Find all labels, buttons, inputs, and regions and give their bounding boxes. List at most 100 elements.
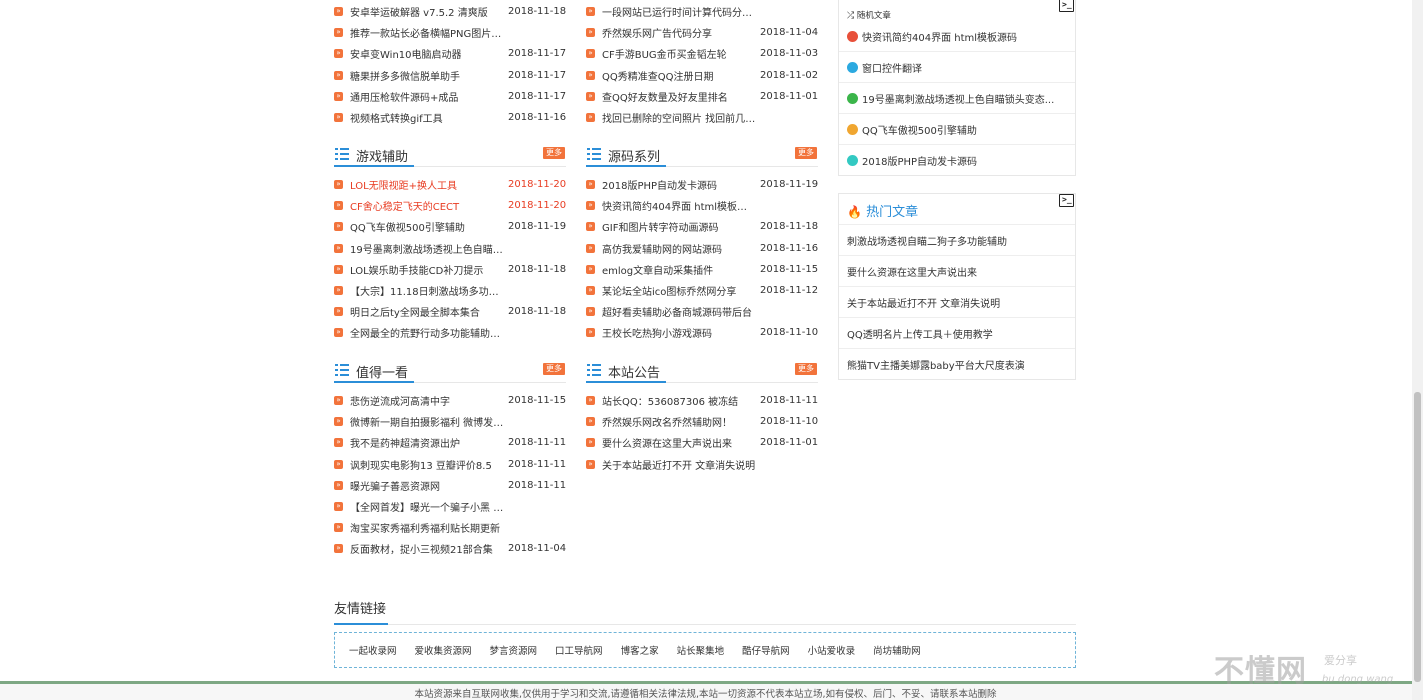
list-item[interactable]: » 某论坛全站ico图标乔然网分享 2018-11-12 [586, 280, 818, 301]
random-article-item[interactable]: QQ飞车傲视500引擎辅助 [839, 114, 1075, 145]
article-title[interactable]: 明日之后ty全网最全脚本集合 [350, 304, 504, 319]
terminal-icon[interactable]: >_ [1059, 194, 1074, 207]
list-item[interactable]: » 反面教材，捉小三视频21部合集 2018-11-04 [334, 538, 566, 559]
list-item[interactable]: » 超好看卖辅助必备商城源码带后台 [586, 301, 818, 322]
hot-article-title[interactable]: 要什么资源在这里大声说出来 [847, 264, 977, 279]
hot-article-title[interactable]: 熊猫TV主播美娜露baby平台大尺度表演 [847, 357, 1025, 372]
random-article-title[interactable]: QQ飞车傲视500引擎辅助 [862, 122, 977, 137]
article-title[interactable]: 关于本站最近打不开 文章消失说明 [602, 457, 756, 472]
article-title[interactable]: 微博新一期自拍摄影福利 微博发车停不下来 [350, 414, 504, 429]
hot-article-title[interactable]: 关于本站最近打不开 文章消失说明 [847, 295, 1000, 310]
random-article-title[interactable]: 窗口控件翻译 [862, 60, 922, 75]
friend-link[interactable]: 梦言资源网 [490, 643, 538, 657]
list-item[interactable]: » 找回已删除的空间照片 找回前几年QQ空间... [586, 107, 818, 128]
random-article-item[interactable]: 窗口控件翻译 [839, 52, 1075, 83]
friend-link[interactable]: 博客之家 [621, 643, 659, 657]
article-title[interactable]: 反面教材，捉小三视频21部合集 [350, 541, 504, 556]
article-title[interactable]: 查QQ好友数量及好友里排名 [602, 89, 756, 104]
list-item[interactable]: » QQ秀精准查QQ注册日期 2018-11-02 [586, 65, 818, 86]
list-item[interactable]: » 安卓举运破解器 v7.5.2 清爽版 2018-11-18 [334, 1, 566, 22]
list-item[interactable]: » LOL娱乐助手技能CD补刀提示 2018-11-18 [334, 259, 566, 280]
article-title[interactable]: 19号墨离刺激战场透视上色自瞄锁头变态脚本 [350, 241, 504, 256]
article-title[interactable]: CF舍心稳定飞天的CECT [350, 198, 504, 213]
article-title[interactable]: 推荐一款站长必备横幅PNG图片艺术字在线... [350, 25, 504, 40]
article-title[interactable]: 【全网首发】曝光一个骗子小黑 骗了1000+ [350, 499, 504, 514]
terminal-icon[interactable]: >_ [1059, 0, 1074, 12]
list-item[interactable]: » 19号墨离刺激战场透视上色自瞄锁头变态脚本 [334, 238, 566, 259]
list-item[interactable]: » LOL无限视距+换人工具 2018-11-20 [334, 174, 566, 195]
list-item[interactable]: » 讽刺现实电影狗13 豆瓣评价8.5 2018-11-11 [334, 454, 566, 475]
article-title[interactable]: 通用压枪软件源码+成品 [350, 89, 504, 104]
article-title[interactable]: 悲伤逆流成河高清中字 [350, 393, 504, 408]
list-item[interactable]: » 【全网首发】曝光一个骗子小黑 骗了1000+ [334, 496, 566, 517]
article-title[interactable]: 站长QQ：536087306 被冻结 [602, 393, 756, 408]
article-title[interactable]: 全网最全的荒野行动多功能辅助集合 [350, 325, 504, 340]
article-title[interactable]: 要什么资源在这里大声说出来 [602, 435, 756, 450]
more-button[interactable]: 更多 [543, 147, 565, 159]
article-title[interactable]: 曝光骗子善恶资源网 [350, 478, 504, 493]
list-item[interactable]: » 快资讯简约404界面 html模板源码 [586, 195, 818, 216]
article-title[interactable]: QQ飞车傲视500引擎辅助 [350, 219, 504, 234]
random-article-item[interactable]: 2018版PHP自动发卡源码 [839, 145, 1075, 176]
list-item[interactable]: » 王校长吃热狗小游戏源码 2018-11-10 [586, 322, 818, 343]
hot-article-item[interactable]: 刺激战场透视自瞄二狗子多功能辅助 [839, 225, 1075, 256]
random-article-item[interactable]: 19号墨离刺激战场透视上色自瞄锁头变态... [839, 83, 1075, 114]
hot-article-item[interactable]: 关于本站最近打不开 文章消失说明 [839, 287, 1075, 318]
list-item[interactable]: » 推荐一款站长必备横幅PNG图片艺术字在线... [334, 22, 566, 43]
article-title[interactable]: 我不是药神超清资源出炉 [350, 435, 504, 450]
article-title[interactable]: LOL娱乐助手技能CD补刀提示 [350, 262, 504, 277]
list-item[interactable]: » 要什么资源在这里大声说出来 2018-11-01 [586, 432, 818, 453]
hot-article-item[interactable]: QQ透明名片上传工具＋使用教学 [839, 318, 1075, 349]
list-item[interactable]: » 糖果拼多多微信脱单助手 2018-11-17 [334, 65, 566, 86]
article-title[interactable]: emlog文章自动采集插件 [602, 262, 756, 277]
scrollbar-thumb[interactable] [1414, 392, 1421, 682]
article-title[interactable]: 糖果拼多多微信脱单助手 [350, 68, 504, 83]
list-item[interactable]: » 【大宗】11.18日刺激战场多功能版 [334, 280, 566, 301]
list-item[interactable]: » 曝光骗子善恶资源网 2018-11-11 [334, 475, 566, 496]
random-article-title[interactable]: 快资讯简约404界面 html模板源码 [862, 29, 1017, 44]
friend-link[interactable]: 爱收集资源网 [415, 643, 472, 657]
list-item[interactable]: » 2018版PHP自动发卡源码 2018-11-19 [586, 174, 818, 195]
list-item[interactable]: » 明日之后ty全网最全脚本集合 2018-11-18 [334, 301, 566, 322]
hot-article-item[interactable]: 熊猫TV主播美娜露baby平台大尺度表演 [839, 349, 1075, 380]
article-title[interactable]: 讽刺现实电影狗13 豆瓣评价8.5 [350, 457, 504, 472]
list-item[interactable]: » 乔然娱乐网改名乔然辅助网！ 2018-11-10 [586, 411, 818, 432]
hot-article-item[interactable]: 要什么资源在这里大声说出来 [839, 256, 1075, 287]
article-title[interactable]: 找回已删除的空间照片 找回前几年QQ空间... [602, 110, 756, 125]
list-item[interactable]: » 高仿我爱辅助网的网站源码 2018-11-16 [586, 238, 818, 259]
article-title[interactable]: CF手游BUG金币买金韬左轮 [602, 46, 756, 61]
article-title[interactable]: 【大宗】11.18日刺激战场多功能版 [350, 283, 504, 298]
article-title[interactable]: GIF和图片转字符动画源码 [602, 219, 756, 234]
friend-link[interactable]: 站长聚集地 [677, 643, 725, 657]
list-item[interactable]: » 关于本站最近打不开 文章消失说明 [586, 454, 818, 475]
list-item[interactable]: » 安卓变Win10电脑启动器 2018-11-17 [334, 43, 566, 64]
list-item[interactable]: » 站长QQ：536087306 被冻结 2018-11-11 [586, 390, 818, 411]
list-item[interactable]: » 悲伤逆流成河高清中字 2018-11-15 [334, 390, 566, 411]
list-item[interactable]: » QQ飞车傲视500引擎辅助 2018-11-19 [334, 216, 566, 237]
article-title[interactable]: 2018版PHP自动发卡源码 [602, 177, 756, 192]
random-article-item[interactable]: 快资讯简约404界面 html模板源码 [839, 21, 1075, 52]
article-title[interactable]: 乔然娱乐网广告代码分享 [602, 25, 756, 40]
friend-link[interactable]: 小站爱收录 [808, 643, 856, 657]
article-title[interactable]: 淘宝买家秀福利秀福利贴长期更新 [350, 520, 504, 535]
friend-link[interactable]: 口工导航网 [555, 643, 603, 657]
article-title[interactable]: 王校长吃热狗小游戏源码 [602, 325, 756, 340]
hot-article-title[interactable]: 刺激战场透视自瞄二狗子多功能辅助 [847, 233, 1007, 248]
friend-link[interactable]: 酷仔导航网 [742, 643, 790, 657]
article-title[interactable]: LOL无限视距+换人工具 [350, 177, 504, 192]
list-item[interactable]: » 全网最全的荒野行动多功能辅助集合 [334, 322, 566, 343]
article-title[interactable]: QQ秀精准查QQ注册日期 [602, 68, 756, 83]
article-title[interactable]: 一段网站已运行时间计算代码分享给大家 [602, 4, 756, 19]
more-button[interactable]: 更多 [543, 363, 565, 375]
list-item[interactable]: » CF舍心稳定飞天的CECT 2018-11-20 [334, 195, 566, 216]
article-title[interactable]: 乔然娱乐网改名乔然辅助网！ [602, 414, 756, 429]
list-item[interactable]: » 通用压枪软件源码+成品 2018-11-17 [334, 86, 566, 107]
friend-link[interactable]: 一起收录网 [349, 643, 397, 657]
article-title[interactable]: 安卓举运破解器 v7.5.2 清爽版 [350, 4, 504, 19]
list-item[interactable]: » 微博新一期自拍摄影福利 微博发车停不下来 [334, 411, 566, 432]
random-article-title[interactable]: 19号墨离刺激战场透视上色自瞄锁头变态... [862, 91, 1054, 106]
list-item[interactable]: » 一段网站已运行时间计算代码分享给大家 [586, 1, 818, 22]
article-title[interactable]: 安卓变Win10电脑启动器 [350, 46, 504, 61]
article-title[interactable]: 某论坛全站ico图标乔然网分享 [602, 283, 756, 298]
list-item[interactable]: » GIF和图片转字符动画源码 2018-11-18 [586, 216, 818, 237]
